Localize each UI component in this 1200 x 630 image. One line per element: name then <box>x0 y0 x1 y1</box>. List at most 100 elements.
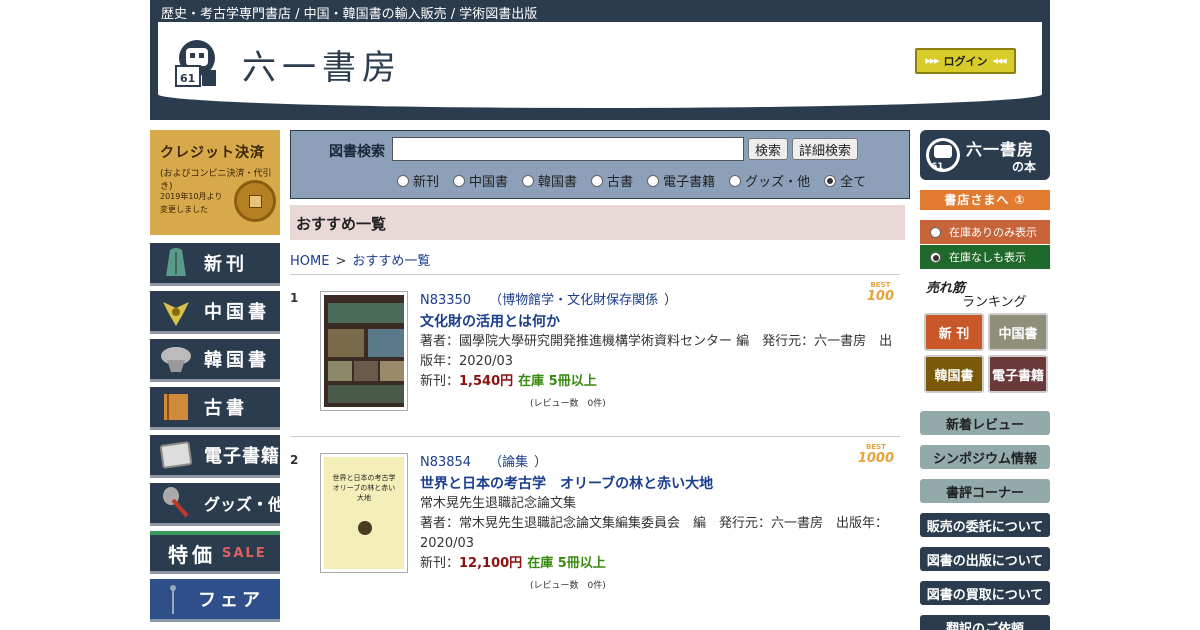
book-author-line: 著者：常木晃先生退職記念論文集編集委員会 編 発行元：六一書房 出版年：2020… <box>420 516 889 551</box>
crown-icon <box>158 341 194 377</box>
arrow-left-icon: ◀◀◀ <box>992 57 1007 65</box>
ranking-buttons: 新 刊 中国書 韓国書 電子書籍 <box>920 313 1050 393</box>
item-code[interactable]: N83854 <box>420 455 471 470</box>
best-badge-icon: BEST 1000 <box>858 441 894 465</box>
book-title-link[interactable]: 文化財の活用とは何か <box>420 312 895 332</box>
nav-sale[interactable]: 特価 SALE <box>150 531 280 571</box>
price-label: 新刊： <box>420 374 460 389</box>
list-item: 2 世界と日本の考古学 オリーブの林と赤い大地 N83854 （論集 ） 世界と日本の… <box>290 436 900 598</box>
list-item: 1 N83350 （博物館学・文化財保存関係 ） 文化財の活用とは何か 著者：國學院… <box>290 274 900 436</box>
book-price: 12,100円 <box>459 556 523 571</box>
book-review-corner-link[interactable]: 書評コーナー <box>920 479 1050 503</box>
stock-filter-in-stock[interactable]: 在庫ありのみ表示 <box>920 220 1050 244</box>
stock-status: 在庫 5冊以上 <box>518 374 597 389</box>
radio-label: 韓国書 <box>538 175 578 190</box>
price-label: 新刊： <box>420 556 460 571</box>
publisher-books-banner[interactable]: 61 六一書房 の本 <box>920 130 1050 180</box>
breadcrumb-separator: > <box>335 254 347 269</box>
right-sidebar: 61 六一書房 の本 書店さまへ ① 在庫ありのみ表示 在庫なしも表示 売れ筋 … <box>920 130 1050 630</box>
logo-mascot-icon[interactable]: 61 <box>174 38 220 88</box>
radio-circle-icon <box>647 174 660 187</box>
search-button[interactable]: 検索 <box>748 138 788 160</box>
breadcrumb-current[interactable]: おすすめ一覧 <box>352 254 430 269</box>
radio-circle-icon <box>930 226 941 238</box>
nav-label: グッズ・他 <box>204 495 285 514</box>
book-cover-image[interactable] <box>320 291 408 411</box>
credit-note-line1: 2019年10月より <box>160 192 223 201</box>
detail-search-button[interactable]: 詳細検索 <box>792 138 858 160</box>
flag-icon <box>158 581 194 617</box>
radio-new[interactable]: 新刊 <box>397 171 439 190</box>
ranking-chinese-button[interactable]: 中国書 <box>988 313 1048 351</box>
radio-old[interactable]: 古書 <box>591 171 633 190</box>
book-buyback-link[interactable]: 図書の買取について <box>920 581 1050 605</box>
radio-goods[interactable]: グッズ・他 <box>729 171 810 190</box>
book-cover-image[interactable]: 世界と日本の考古学 オリーブの林と赤い大地 <box>320 453 408 573</box>
radio-all[interactable]: 全て <box>824 171 866 190</box>
nav-label: 韓国書 <box>204 350 270 371</box>
radio-checked-icon <box>930 251 941 263</box>
logo-mascot-icon: 61 <box>926 138 960 172</box>
nav-new-books[interactable]: 新刊 <box>150 243 280 283</box>
left-sidebar: クレジット決済 (およびコンビニ決済・代引き) 2019年10月より 変更しまし… <box>150 130 284 619</box>
book-price-line: 新刊：1,540円 在庫 5冊以上 <box>420 372 895 392</box>
ranking-new-button[interactable]: 新 刊 <box>924 313 984 351</box>
best-badge-icon: BEST 100 <box>867 279 894 303</box>
book-price: 1,540円 <box>459 374 514 389</box>
radio-label: 中国書 <box>469 175 509 190</box>
search-label: 図書検索 <box>329 144 385 160</box>
nav-chinese-books[interactable]: 中国書 <box>150 291 280 331</box>
consignment-link[interactable]: 販売の委託について <box>920 513 1050 537</box>
login-button[interactable]: ▶▶▶ ログイン ◀◀◀ <box>915 48 1016 74</box>
book-author-line: 著者：國學院大學研究開発推進機構学術資料センター 編 発行元：六一書房 出版年：… <box>420 334 893 369</box>
search-input[interactable] <box>392 137 744 161</box>
item-details: N83854 （論集 ） 世界と日本の考古学 オリーブの林と赤い大地 常木晃先生退職… <box>420 453 895 596</box>
nav-label: 電子書籍 <box>204 446 280 467</box>
new-reviews-link[interactable]: 新着レビュー <box>920 411 1050 435</box>
radio-label: 新刊 <box>413 175 440 190</box>
stock-filter-label: 在庫ありのみ表示 <box>949 226 1037 239</box>
stock-filter-all[interactable]: 在庫なしも表示 <box>920 245 1050 269</box>
publishing-link[interactable]: 図書の出版について <box>920 547 1050 571</box>
radio-circle-icon <box>729 174 742 187</box>
item-number: 1 <box>290 291 299 305</box>
book-title-link[interactable]: 世界と日本の考古学 オリーブの林と赤い大地 <box>420 474 895 494</box>
item-number: 2 <box>290 453 299 467</box>
sale-tag: SALE <box>222 545 267 561</box>
login-label: ログイン <box>943 55 988 68</box>
radio-korean[interactable]: 韓国書 <box>522 171 577 190</box>
review-count[interactable]: (レビュー数 0件) <box>530 394 895 414</box>
item-category-close: ） <box>664 293 678 308</box>
nav-old-books[interactable]: 古書 <box>150 387 280 427</box>
symposium-info-link[interactable]: シンポジウム情報 <box>920 445 1050 469</box>
cover-title: 世界と日本の考古学 オリーブの林と赤い大地 <box>332 474 396 502</box>
ranking-korean-button[interactable]: 韓国書 <box>924 355 984 393</box>
main-content: 図書検索 検索 詳細検索 新刊 中国書 韓国書 古書 電子書籍 グッズ・他 全て… <box>290 130 910 598</box>
nav-ebooks[interactable]: 電子書籍 <box>150 435 280 475</box>
old-book-icon <box>158 389 194 425</box>
book-price-line: 新刊：12,100円 在庫 5冊以上 <box>420 554 895 574</box>
site-logo-text[interactable]: 六一書房 <box>242 40 402 89</box>
dragon-icon <box>158 293 194 329</box>
radio-ebook[interactable]: 電子書籍 <box>647 171 715 190</box>
credit-note-line2: 変更しました <box>160 205 208 214</box>
ranking-ebook-button[interactable]: 電子書籍 <box>988 355 1048 393</box>
publisher-banner-title: 六一書房 <box>966 140 1035 159</box>
for-bookstores-button[interactable]: 書店さまへ ① <box>920 190 1050 210</box>
review-count[interactable]: (レビュー数 0件) <box>530 576 895 596</box>
shovel-icon <box>158 485 194 521</box>
bell-bronze-icon <box>158 245 194 281</box>
page-title: おすすめ一覧 <box>290 205 905 240</box>
item-code[interactable]: N83350 <box>420 293 471 308</box>
nav-korean-books[interactable]: 韓国書 <box>150 339 280 379</box>
item-category[interactable]: 論集 <box>502 455 528 470</box>
item-category[interactable]: 博物館学・文化財保存関係 <box>502 293 658 308</box>
site-header: 歴史・考古学専門書店 / 中国・韓国書の輸入販売 / 学術図書出版 61 六一書… <box>150 0 1050 120</box>
breadcrumb-home[interactable]: HOME <box>290 254 329 269</box>
credit-payment-banner[interactable]: クレジット決済 (およびコンビニ決済・代引き) 2019年10月より 変更しまし… <box>150 130 280 235</box>
translation-request-link[interactable]: 翻訳のご依頼 <box>920 615 1050 630</box>
nav-goods[interactable]: グッズ・他 <box>150 483 284 523</box>
nav-fair[interactable]: フェア <box>150 579 280 619</box>
credit-banner-title: クレジット決済 <box>160 145 265 161</box>
radio-chinese[interactable]: 中国書 <box>453 171 508 190</box>
